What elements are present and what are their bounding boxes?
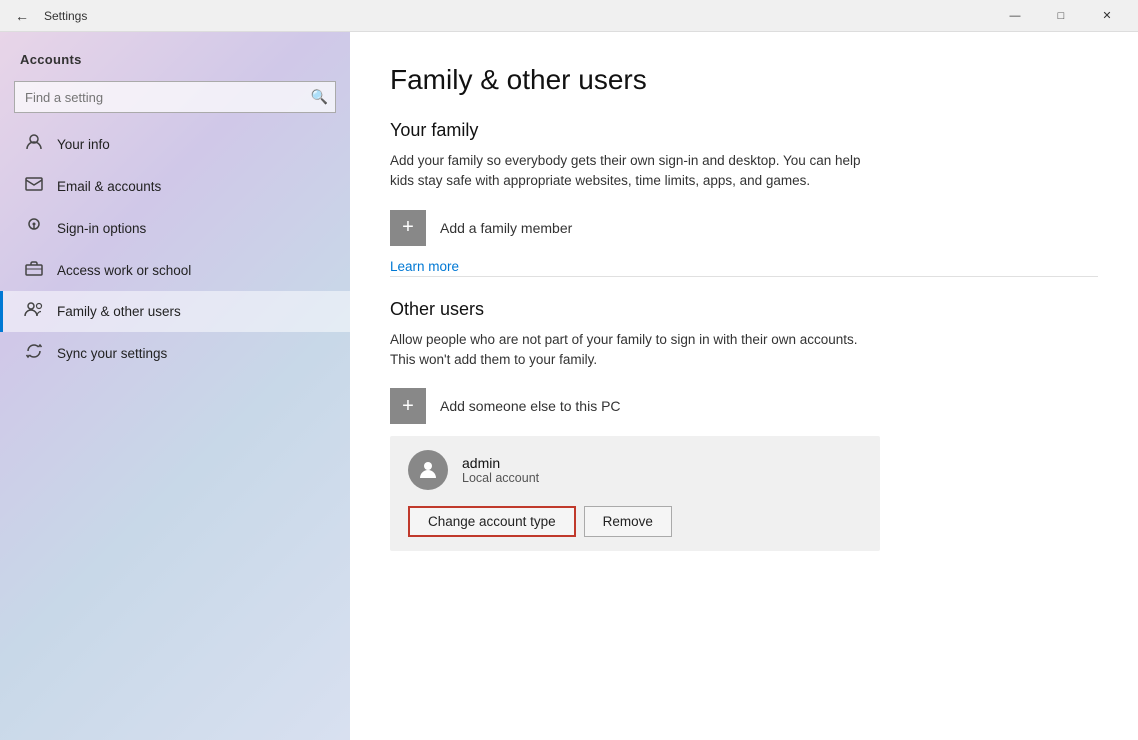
maximize-button[interactable]: □ [1038,0,1084,32]
sidebar-item-access-work[interactable]: Access work or school [0,250,350,291]
sidebar-item-label: Email & accounts [57,179,161,194]
sync-icon [23,342,45,365]
user-info: admin Local account [462,455,539,485]
add-family-plus-icon: + [390,210,426,246]
add-family-label: Add a family member [440,220,572,236]
user-name: admin [462,455,539,471]
add-other-user-label: Add someone else to this PC [440,398,621,414]
add-family-member-row[interactable]: + Add a family member [390,210,1098,246]
sidebar-item-label: Family & other users [57,304,181,319]
user-card-actions: Change account type Remove [408,506,862,537]
search-icon: 🔍 [311,89,328,106]
sidebar-item-label: Access work or school [57,263,191,278]
sidebar-item-label: Sign-in options [57,221,146,236]
remove-button[interactable]: Remove [584,506,672,537]
sidebar-item-label: Your info [57,137,110,152]
family-section-desc: Add your family so everybody gets their … [390,151,870,192]
window-title: Settings [44,9,992,23]
back-button[interactable]: ← [8,2,36,30]
sidebar-item-your-info[interactable]: Your info [0,123,350,166]
sidebar-item-family-users[interactable]: Family & other users [0,291,350,332]
add-other-user-row[interactable]: + Add someone else to this PC [390,388,1098,424]
sidebar-section-title: Accounts [0,44,350,75]
titlebar: ← Settings — □ ✕ [0,0,1138,32]
app-container: Accounts 🔍 Your info Email & accoun [0,32,1138,740]
sidebar-item-email-accounts[interactable]: Email & accounts [0,166,350,207]
sidebar-item-sync-settings[interactable]: Sync your settings [0,332,350,375]
page-title: Family & other users [390,64,1098,96]
user-card: admin Local account Change account type … [390,436,880,551]
briefcase-icon [23,260,45,281]
your-info-icon [23,133,45,156]
family-icon [23,301,45,322]
search-input[interactable] [14,81,336,113]
sidebar-item-sign-in[interactable]: Sign-in options [0,207,350,250]
family-section-title: Your family [390,120,1098,141]
add-user-plus-icon: + [390,388,426,424]
other-users-section-title: Other users [390,299,1098,320]
divider [390,276,1098,277]
search-box: 🔍 [14,81,336,113]
user-type: Local account [462,471,539,485]
sidebar-item-label: Sync your settings [57,346,167,361]
user-card-top: admin Local account [408,450,862,490]
minimize-button[interactable]: — [992,0,1038,32]
main-content: Family & other users Your family Add you… [350,32,1138,740]
close-button[interactable]: ✕ [1084,0,1130,32]
avatar [408,450,448,490]
window-controls: — □ ✕ [992,0,1130,32]
email-icon [23,176,45,197]
sign-in-icon [23,217,45,240]
other-users-section-desc: Allow people who are not part of your fa… [390,330,870,371]
change-account-type-button[interactable]: Change account type [408,506,576,537]
learn-more-link[interactable]: Learn more [390,259,459,274]
sidebar: Accounts 🔍 Your info Email & accoun [0,32,350,740]
